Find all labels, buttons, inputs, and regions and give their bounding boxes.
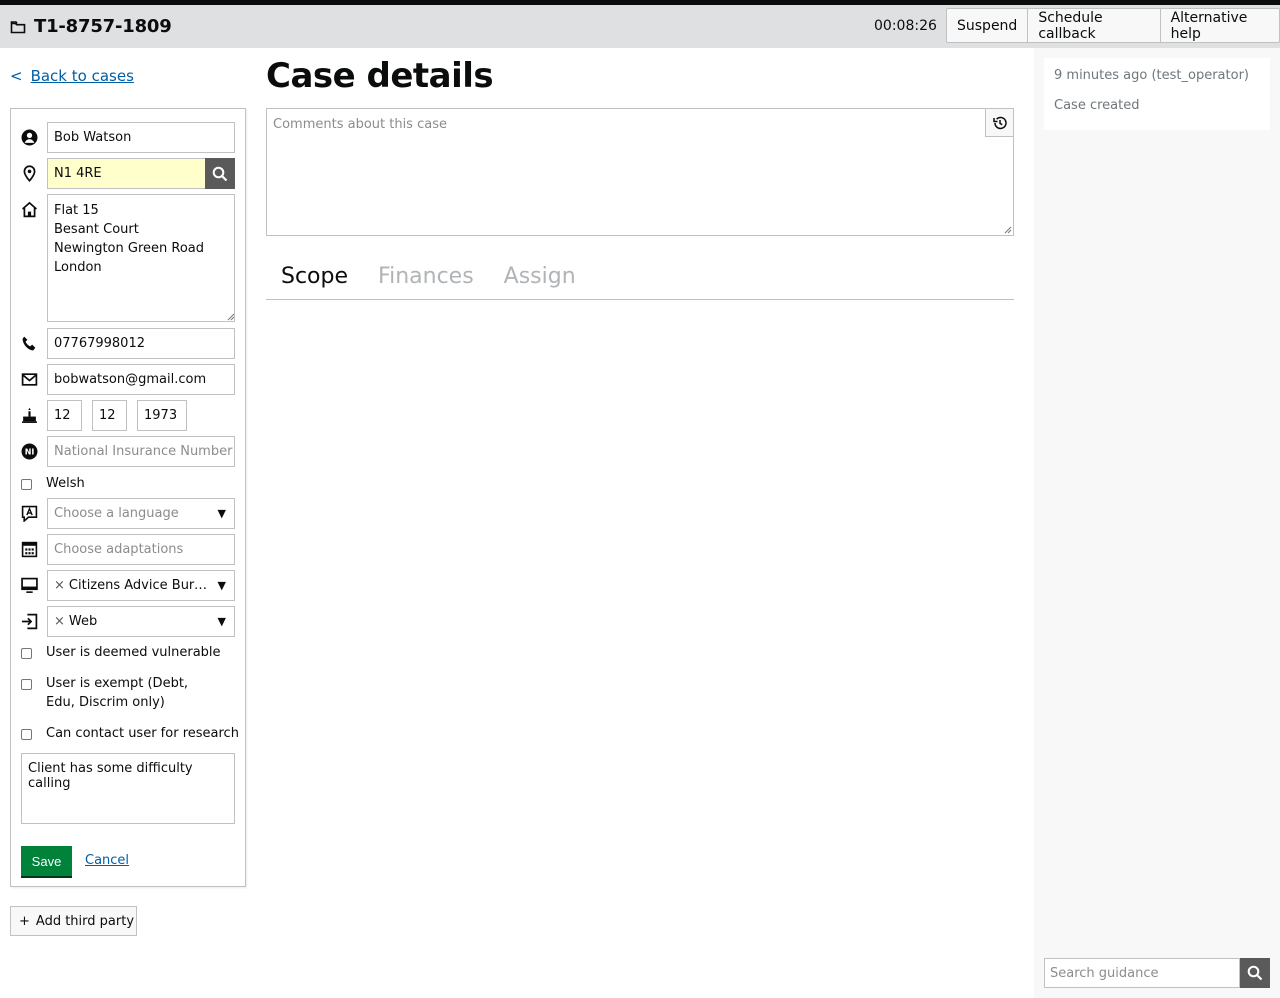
vulnerable-checkbox[interactable] xyxy=(21,648,32,659)
media-code-select[interactable]: × Citizens Advice Bure… ▼ xyxy=(47,570,235,601)
mail-icon xyxy=(21,373,38,386)
monitor-icon xyxy=(21,577,38,593)
phone-icon xyxy=(22,336,36,351)
dob-month-field[interactable]: 12 xyxy=(92,400,127,431)
language-icon xyxy=(21,505,38,522)
back-link-label: Back to cases xyxy=(30,67,134,85)
home-icon xyxy=(22,201,37,218)
case-reference: T1-8757-1809 xyxy=(10,16,172,37)
dob-day-field[interactable]: 12 xyxy=(47,400,82,431)
event-text: Case created xyxy=(1054,98,1140,113)
header-actions: Suspend Schedule callback Alternative he… xyxy=(946,8,1280,43)
alternative-help-button[interactable]: Alternative help xyxy=(1159,8,1280,43)
case-header: T1-8757-1809 00:08:26 Suspend Schedule c… xyxy=(0,5,1280,48)
comments-placeholder: Comments about this case xyxy=(273,117,447,132)
save-button[interactable]: Save xyxy=(21,846,72,876)
case-tabs: Scope Finances Assign xyxy=(266,258,1014,300)
welsh-checkbox[interactable] xyxy=(21,479,32,490)
history-button[interactable] xyxy=(985,109,1013,137)
sign-in-icon xyxy=(22,613,38,630)
svg-text:NI: NI xyxy=(25,448,35,457)
history-icon xyxy=(992,116,1007,129)
resize-grip-icon[interactable] xyxy=(1004,226,1012,234)
research-row: Can contact user for research xyxy=(21,724,239,743)
welsh-label: Welsh xyxy=(46,476,85,491)
adaptations-icon xyxy=(21,541,38,558)
language-select[interactable]: Choose a language ▼ xyxy=(47,498,235,529)
event-meta: 9 minutes ago (test_operator) xyxy=(1054,68,1249,83)
search-guidance-button[interactable] xyxy=(1240,958,1270,988)
case-event: 9 minutes ago (test_operator) Case creat… xyxy=(1044,58,1270,130)
birthday-icon xyxy=(22,407,37,423)
exempt-checkbox[interactable] xyxy=(21,679,32,690)
mobile-phone-field[interactable]: 07767998012 xyxy=(47,328,235,359)
add-third-party-label: Add third party xyxy=(35,913,135,929)
schedule-callback-button[interactable]: Schedule callback xyxy=(1027,8,1161,43)
plus-icon: + xyxy=(19,913,30,929)
ni-number-field[interactable]: National Insurance Number xyxy=(47,436,235,467)
contact-method-value: Web xyxy=(68,614,98,629)
media-code-value: Citizens Advice Bure… xyxy=(68,578,209,593)
welsh-row: Welsh xyxy=(21,474,85,493)
dob-year-field[interactable]: 1973 xyxy=(137,400,187,431)
vulnerable-label: User is deemed vulnerable xyxy=(46,645,221,660)
caret-down-icon: ▼ xyxy=(217,579,226,592)
tab-scope[interactable]: Scope xyxy=(266,258,363,299)
user-icon xyxy=(21,129,38,146)
add-third-party-button[interactable]: + Add third party xyxy=(10,906,137,936)
full-name-field[interactable]: Bob Watson xyxy=(47,122,235,153)
case-comments-field[interactable]: Comments about this case xyxy=(266,108,1014,236)
notes-field[interactable]: Client has some difficulty calling xyxy=(21,753,235,824)
call-timer: 00:08:26 xyxy=(874,18,937,34)
search-icon xyxy=(212,166,228,181)
sidebar: 9 minutes ago (test_operator) Case creat… xyxy=(1034,48,1280,998)
resize-grip-icon[interactable] xyxy=(227,313,235,321)
exempt-label: User is exempt (Debt, Edu, Discrim only) xyxy=(46,676,189,710)
suspend-button[interactable]: Suspend xyxy=(946,8,1029,43)
adaptations-field[interactable]: Choose adaptations xyxy=(47,534,235,565)
search-icon xyxy=(1247,965,1263,981)
page-title: Case details xyxy=(266,56,494,96)
search-guidance-input[interactable]: Search guidance xyxy=(1044,958,1240,988)
research-checkbox[interactable] xyxy=(21,729,32,740)
postcode-lookup-button[interactable] xyxy=(205,158,235,189)
address-field[interactable]: Flat 15 Besant Court Newington Green Roa… xyxy=(47,194,235,322)
contact-method-select[interactable]: × Web ▼ xyxy=(47,606,235,637)
caret-down-icon: ▼ xyxy=(217,615,226,628)
email-field[interactable]: bobwatson@gmail.com xyxy=(47,364,235,395)
research-label: Can contact user for research xyxy=(46,726,239,741)
caret-down-icon: ▼ xyxy=(217,507,226,520)
cancel-link[interactable]: Cancel xyxy=(85,853,129,868)
vulnerable-row: User is deemed vulnerable xyxy=(21,643,221,662)
remove-media-code-icon[interactable]: × xyxy=(54,578,65,593)
guidance-search: Search guidance xyxy=(1044,958,1270,988)
exempt-row: User is exempt (Debt, Edu, Discrim only) xyxy=(21,674,221,712)
chevron-left-icon: < xyxy=(10,67,23,85)
ni-icon: NI xyxy=(21,443,38,460)
map-pin-icon xyxy=(23,165,36,182)
tab-assign[interactable]: Assign xyxy=(489,258,591,299)
case-ref-text: T1-8757-1809 xyxy=(34,16,172,37)
tab-finances[interactable]: Finances xyxy=(363,258,489,299)
personal-details-form: Bob Watson N1 4RE Flat 15 Besant Court N… xyxy=(10,108,246,887)
language-placeholder: Choose a language xyxy=(54,506,179,521)
folder-icon xyxy=(10,20,26,33)
remove-contact-method-icon[interactable]: × xyxy=(54,614,65,629)
postcode-field[interactable]: N1 4RE xyxy=(47,158,206,189)
back-to-cases-link[interactable]: < Back to cases xyxy=(10,67,134,85)
